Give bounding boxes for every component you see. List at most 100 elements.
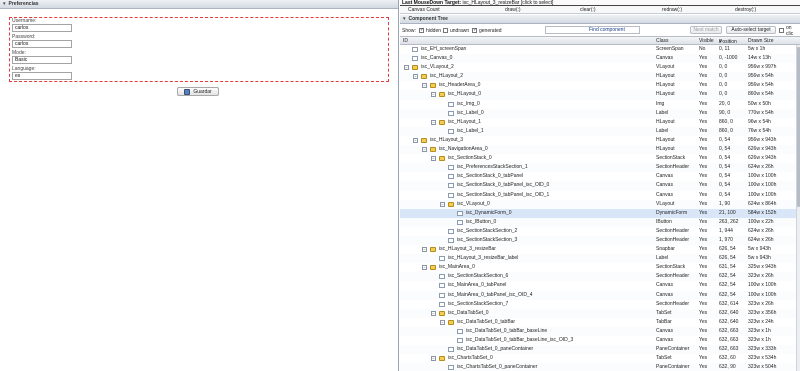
row-class: Label (656, 109, 669, 116)
col-class[interactable]: Class (656, 38, 669, 44)
tree-row[interactable]: − isc_DataTabSet_0 TabSet Yes 632, 640 323w x… (400, 308, 800, 318)
tree-row[interactable]: isc_SectionStack_0_tabPanel_isc_OID_1 Can… (400, 191, 800, 200)
tree-scrollbar[interactable] (796, 45, 800, 371)
tree-row[interactable]: isc_SectionStackSection_2 SectionHeader Ye… (400, 227, 800, 236)
row-visible: Yes (699, 364, 708, 371)
save-button[interactable]: Guardar (177, 87, 219, 96)
tree-row[interactable]: isc_SectionStackSection_6 SectionHeader Ye… (400, 272, 800, 282)
find-component-input[interactable]: Find component (545, 26, 640, 34)
row-class: VLayout (656, 200, 675, 207)
tree-row[interactable]: isc_EH_screenSpan ScreenSpan No 0, 11 5w x 1… (400, 45, 800, 54)
tree-row[interactable]: − isc_ChartsTabSet_0 TabSet Yes 632, 60 323w … (400, 354, 800, 363)
tree-row[interactable]: − isc_VLayout_2 VLayout Yes 0, 0 956w x 997h (400, 63, 800, 72)
tree-row[interactable]: isc_ChartsTabSet_0_paneContainer PaneCont… (400, 363, 800, 371)
language-field[interactable]: es (12, 72, 72, 80)
folder-icon (439, 156, 445, 162)
tree-row[interactable]: − isc_HLayout_2 HLayout Yes 0, 0 956w x 54h (400, 72, 800, 82)
col-drawn-size[interactable]: Drawn Size (748, 38, 774, 44)
col-id[interactable]: ID (403, 38, 408, 44)
tree-row[interactable]: isc_DynamicForm_0 DynamicForm Yes 21, 100 58… (400, 208, 800, 218)
next-match-button[interactable]: Next match (690, 26, 722, 34)
tree-row[interactable]: isc_IButton_0 IButton Yes 263, 262 100w x 22… (400, 217, 800, 227)
tree-row[interactable]: isc_Img_0 Img Yes 20, 0 50w x 50h (400, 100, 800, 109)
row-class: Img (656, 100, 665, 107)
collapse-toggle-icon[interactable]: − (431, 310, 436, 316)
collapse-toggle-icon[interactable]: − (431, 119, 436, 125)
row-class: SectionStack (656, 264, 686, 271)
collapse-toggle-icon[interactable]: − (440, 201, 445, 207)
row-id: isc_HLayout_3 (430, 136, 464, 143)
collapse-toggle-icon[interactable]: − (404, 65, 409, 71)
tree-row[interactable]: − isc_HLayout_3_resizeBar Snapbar Yes 626, 5… (400, 245, 800, 254)
row-position: 0, 54 (719, 164, 731, 171)
collapse-toggle-icon[interactable]: − (422, 247, 427, 253)
row-position: 632, 640 (719, 309, 739, 316)
password-field[interactable]: carlos (12, 40, 72, 48)
tree-row[interactable]: − isc_HLayout_1 HLayout Yes 860, 0 96w x 54h (400, 118, 800, 127)
tree-row[interactable]: isc_Canvas_0 Canvas Yes 0, -1000 14w x 13h (400, 54, 800, 64)
component-icon (439, 301, 445, 307)
row-id: isc_SectionStack_0_tabPanel_isc_OID_1 (457, 191, 550, 198)
row-visible: Yes (699, 182, 708, 189)
folder-icon (430, 147, 436, 153)
row-position: 632, 54 (719, 282, 736, 289)
row-drawn-size: 100w x 100h (748, 291, 777, 298)
destroy-link[interactable]: destroy(:) (735, 7, 756, 13)
row-id: isc_Label_0 (457, 109, 484, 116)
tree-row[interactable]: isc_DataTabSet_0_tabBar_baseLine_isc_OID… (400, 336, 800, 345)
tree-row[interactable]: isc_Label_1 Label Yes 860, 0 76w x 54h (400, 126, 800, 136)
component-tree-header[interactable]: ▾ Component Tree (400, 15, 800, 24)
tree-row[interactable]: − isc_VLayout_0 VLayout Yes 1, 90 624w x 864h (400, 199, 800, 209)
tree-row[interactable]: − isc_HeaderArea_0 HLayout Yes 0, 0 956w x 54… (400, 81, 800, 90)
draw-link[interactable]: draw(:) (505, 7, 521, 13)
hidden-checkbox[interactable]: hidden (419, 27, 442, 34)
tree-row[interactable]: isc_SectionStackSection_3 SectionHeader Ye… (400, 235, 800, 246)
collapse-toggle-icon[interactable]: − (431, 356, 436, 362)
collapse-toggle-icon[interactable]: − (431, 156, 436, 162)
collapse-toggle-icon[interactable]: − (431, 92, 436, 98)
hidden-checkbox-label: hidden (426, 27, 442, 34)
redraw-link[interactable]: redraw(:) (662, 7, 682, 13)
collapse-toggle-icon[interactable]: − (440, 319, 445, 325)
row-class: SectionHeader (656, 164, 690, 171)
collapse-toggle-icon[interactable]: − (422, 265, 427, 271)
preferences-pane: ▾ Preferencias Username: carlos Password… (0, 0, 399, 371)
tree-row[interactable]: − isc_SectionStack_0 SectionStack Yes 0, 54 6… (400, 154, 800, 163)
row-position: 632, 663 (719, 346, 739, 353)
folder-icon (430, 247, 436, 253)
auto-select-button[interactable]: Auto-select target (726, 26, 776, 34)
row-class: VLayout (656, 64, 675, 71)
on-click-checkbox[interactable]: on clic (779, 25, 800, 37)
tree-row[interactable]: − isc_HLayout_0 HLayout Yes 0, 0 860w x 54h (400, 90, 800, 100)
tree-row[interactable]: − isc_NavigationArea_0 HLayout Yes 0, 54 626w… (400, 145, 800, 155)
tree-row[interactable]: isc_SectionStack_0_tabPanel Canvas Yes 0, 5… (400, 172, 800, 181)
tree-row[interactable]: isc_MainArea_0_tabPanel_isc_OID_4 Canvas Y… (400, 290, 800, 300)
row-drawn-size: 770w x 54h (748, 109, 774, 116)
tree-row[interactable]: isc_SectionStack_0_tabPanel_isc_OID_0 Can… (400, 181, 800, 191)
tree-row[interactable]: isc_DataTabSet_0_tabBar_baseLine Canvas Ye… (400, 326, 800, 336)
preferences-section-header[interactable]: ▾ Preferencias (0, 0, 398, 9)
collapse-toggle-icon[interactable]: − (422, 147, 427, 153)
collapse-toggle-icon[interactable]: − (413, 74, 418, 80)
col-visible[interactable]: Visible (699, 38, 714, 44)
tree-row[interactable]: isc_DataTabSet_0_paneContainer PaneContai… (400, 345, 800, 355)
tree-row[interactable]: isc_MainArea_0_tabPanel Canvas Yes 632, 54 1… (400, 281, 800, 290)
username-field[interactable]: carlos (12, 24, 72, 32)
collapse-toggle-icon[interactable]: − (422, 83, 427, 89)
tree-row[interactable]: isc_Label_0 Label Yes 90, 0 770w x 54h (400, 108, 800, 118)
row-visible: Yes (699, 346, 708, 353)
undrawn-checkbox[interactable]: undrawn (443, 28, 469, 34)
tree-row[interactable]: − isc_HLayout_3 HLayout Yes 0, 54 956w x 943h (400, 136, 800, 145)
tree-row[interactable]: isc_HLayout_3_resizeBar_label Label Yes 626… (400, 254, 800, 264)
tree-row[interactable]: − isc_MainArea_0 SectionStack Yes 631, 54 325… (400, 263, 800, 272)
tree-row[interactable]: isc_SectionStackSection_7 SectionHeader Ye… (400, 300, 800, 309)
row-id: isc_DataTabSet_0_tabBar_baseLine_isc_OID… (466, 337, 574, 343)
mode-field[interactable]: Basic (12, 56, 72, 64)
generated-checkbox[interactable]: generated (472, 27, 502, 34)
collapse-toggle-icon[interactable]: − (413, 137, 418, 143)
row-drawn-size: 323w x 504h (748, 364, 777, 371)
folder-icon (448, 319, 454, 325)
clear-link[interactable]: clear(:) (580, 7, 596, 13)
tree-row[interactable]: − isc_DataTabSet_0_tabBar TabBar Yes 632, 64… (400, 318, 800, 327)
tree-row[interactable]: isc_PreferencesStackSection_1 SectionHead… (400, 163, 800, 173)
